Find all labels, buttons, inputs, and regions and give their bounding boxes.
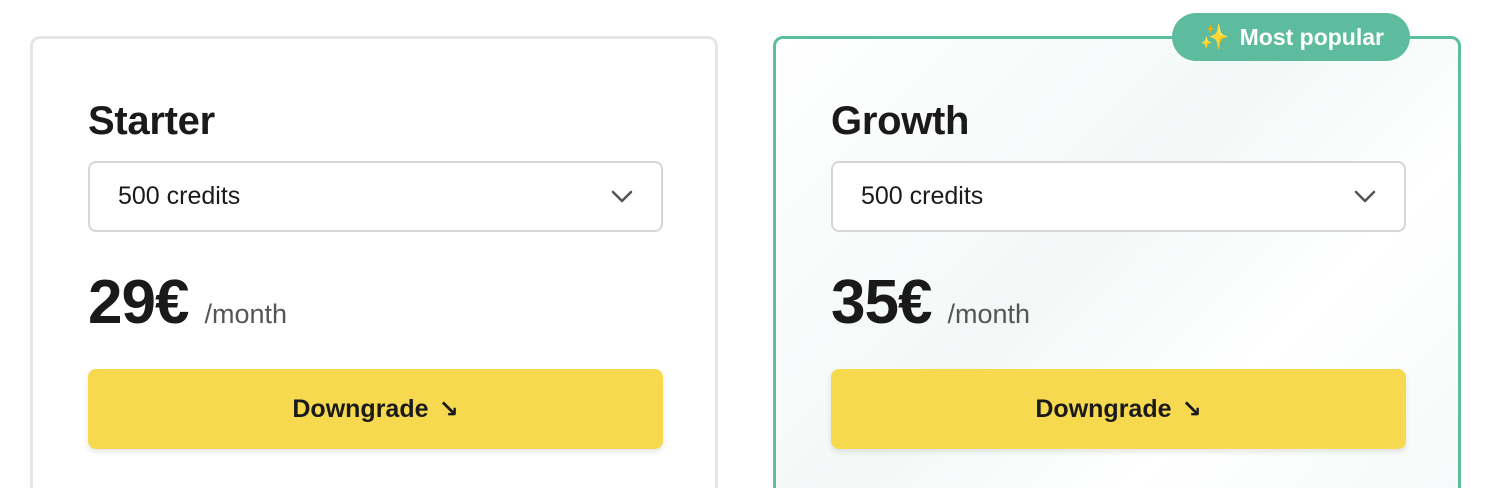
- plan-card-starter: Starter 500 credits 29€ /month Downgrade…: [30, 36, 718, 488]
- credits-select-value: 500 credits: [861, 182, 984, 210]
- badge-label: Most popular: [1239, 23, 1384, 50]
- sparkle-icon: ✨: [1199, 23, 1230, 51]
- pricing-cards: Starter 500 credits 29€ /month Downgrade…: [0, 0, 1492, 488]
- credits-select-value: 500 credits: [118, 182, 241, 210]
- plan-card-growth: ✨ Most popular Growth 500 credits 35€ /m…: [773, 13, 1461, 488]
- price-row: 35€ /month: [831, 267, 1030, 338]
- price-row: 29€ /month: [88, 267, 287, 338]
- arrow-down-right-icon: ↘: [438, 395, 459, 423]
- downgrade-button-label: Downgrade: [292, 394, 429, 423]
- price-period: /month: [204, 299, 287, 329]
- downgrade-button-label: Downgrade: [1035, 394, 1172, 423]
- arrow-down-right-icon: ↘: [1181, 395, 1202, 423]
- plan-name: Starter: [88, 99, 215, 143]
- plan-name: Growth: [831, 99, 970, 143]
- downgrade-button[interactable]: Downgrade ↘: [831, 369, 1406, 449]
- downgrade-button[interactable]: Downgrade ↘: [88, 369, 663, 449]
- price: 35€: [831, 268, 932, 337]
- price: 29€: [88, 268, 189, 337]
- price-period: /month: [947, 299, 1030, 329]
- chevron-down-icon: [611, 190, 633, 202]
- most-popular-badge: ✨ Most popular: [1171, 13, 1410, 61]
- credits-select[interactable]: 500 credits: [831, 161, 1406, 232]
- credits-select[interactable]: 500 credits: [88, 161, 663, 232]
- chevron-down-icon: [1354, 190, 1376, 202]
